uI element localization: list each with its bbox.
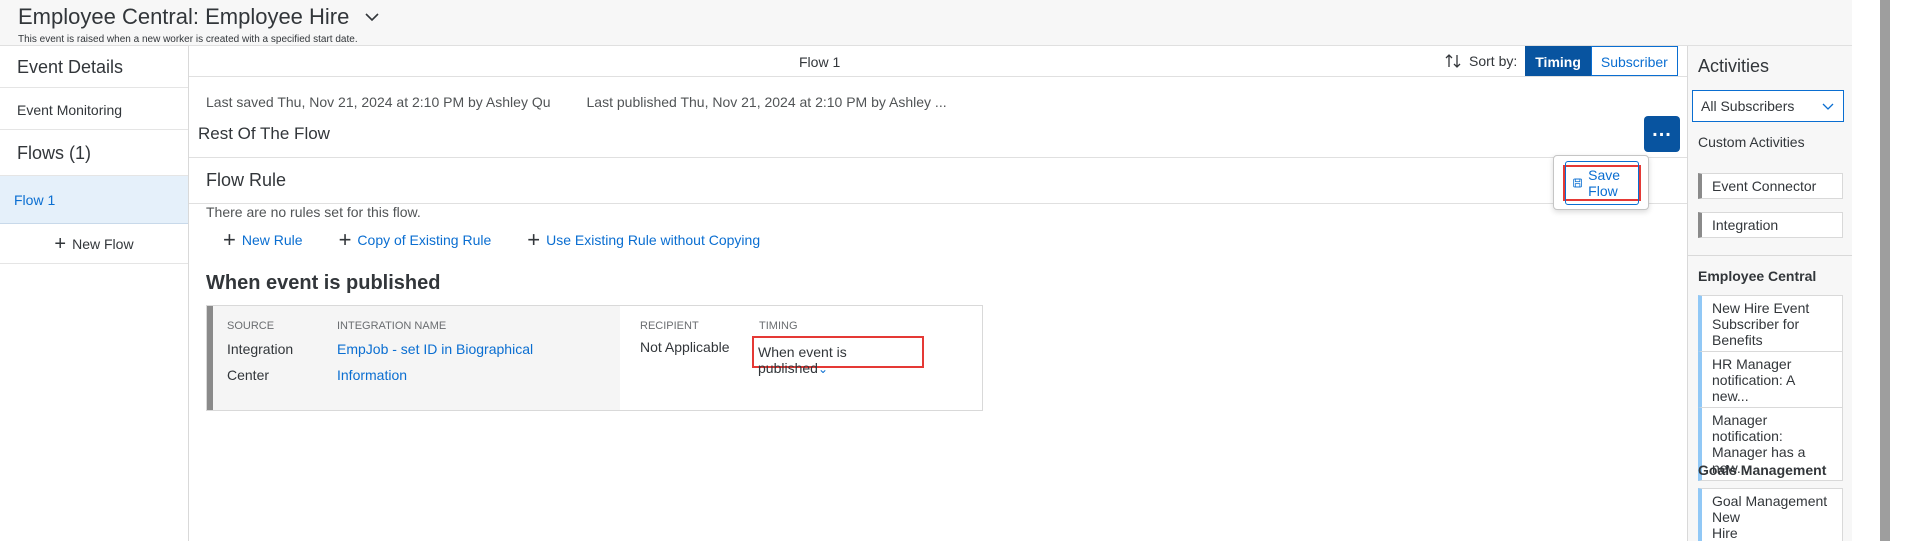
sort-segmented-button: Timing Subscriber <box>1525 46 1678 76</box>
activity-event-connector[interactable]: Event Connector <box>1698 173 1843 199</box>
title-row: Employee Central: Employee Hire <box>18 4 381 30</box>
group-employee-central: Employee Central <box>1698 268 1817 284</box>
activity-label-line1: Goal Management New <box>1712 493 1828 525</box>
save-flow-button[interactable]: Save Flow <box>1565 161 1639 205</box>
no-rules-message: There are no rules set for this flow. <box>206 204 421 220</box>
timing-value: When event is published <box>758 344 847 376</box>
activity-label-line2: notification: A new... <box>1712 372 1795 404</box>
chevron-down-icon: ⌄ <box>817 362 828 376</box>
use-existing-rule-button[interactable]: + Use Existing Rule without Copying <box>527 229 760 251</box>
activity-integration[interactable]: Integration <box>1698 212 1843 238</box>
sort-timing-button[interactable]: Timing <box>1525 46 1591 76</box>
sort-label: Sort by: <box>1469 53 1518 69</box>
save-flow-highlight: Save Flow <box>1563 161 1641 205</box>
plus-icon: + <box>54 232 67 255</box>
more-icon: ... <box>1652 119 1672 141</box>
rule-source-panel: SOURCE Integration Center INTEGRATION NA… <box>207 306 620 410</box>
plus-icon: + <box>223 227 236 252</box>
activity-label-line1: New Hire Event <box>1712 300 1810 316</box>
sidebar-flows-heading[interactable]: Flows (1) <box>0 130 188 176</box>
rule-actions: + New Rule + Copy of Existing Rule + Use… <box>223 229 796 251</box>
save-icon <box>1573 178 1582 188</box>
new-rule-button[interactable]: + New Rule <box>223 229 303 251</box>
custom-activities-title: Custom Activities <box>1698 134 1805 150</box>
more-options-popover: Save Flow <box>1553 155 1649 210</box>
flow-title: Flow 1 <box>799 54 841 70</box>
copy-existing-rule-button[interactable]: + Copy of Existing Rule <box>339 229 492 251</box>
plus-icon: + <box>527 227 541 252</box>
source-value-line1: Integration <box>227 341 294 357</box>
last-saved-text: Last saved Thu, Nov 21, 2024 at 2:10 PM … <box>206 94 551 110</box>
flow-editor: Flow 1 Sort by: Timing Subscriber Last s… <box>189 46 1687 541</box>
activity-label-line2: Subscriber for Benefits <box>1712 316 1800 348</box>
subscriber-filter-value: All Subscribers <box>1701 98 1795 114</box>
use-existing-rule-label: Use Existing Rule without Copying <box>546 232 761 248</box>
save-flow-label: Save Flow <box>1588 167 1621 199</box>
chevron-down-icon[interactable] <box>363 8 381 26</box>
save-status: Last saved Thu, Nov 21, 2024 at 2:10 PM … <box>206 94 947 110</box>
integration-name-link-line2[interactable]: Information <box>337 362 407 388</box>
sidebar-event-monitoring[interactable]: Event Monitoring <box>0 88 188 130</box>
group-goals-management: Goals Management <box>1698 462 1827 478</box>
last-published-text: Last published Thu, Nov 21, 2024 at 2:10… <box>586 94 947 110</box>
flow-rule-section: Flow Rule <box>189 157 1687 204</box>
copy-existing-rule-label: Copy of Existing Rule <box>357 232 492 248</box>
recipient-label: RECIPIENT <box>640 320 699 332</box>
sidebar-item-flow-1[interactable]: Flow 1 <box>0 176 188 224</box>
activity-goal-management-new-hire[interactable]: Goal Management New Hire <box>1698 488 1843 541</box>
vertical-scrollbar[interactable] <box>1880 0 1890 541</box>
sort-subscriber-button[interactable]: Subscriber <box>1590 46 1678 76</box>
subscriber-filter-select[interactable]: All Subscribers <box>1692 90 1844 122</box>
when-event-published-heading: When event is published <box>206 272 441 294</box>
activity-hr-manager-notification[interactable]: HR Manager notification: A new... <box>1698 351 1843 409</box>
activity-label-line1: HR Manager <box>1712 356 1792 372</box>
new-rule-label: New Rule <box>241 232 303 248</box>
recipient-value: Not Applicable <box>640 339 730 355</box>
activities-title: Activities <box>1698 56 1770 76</box>
new-flow-label: New Flow <box>72 235 134 252</box>
timing-label: TIMING <box>759 320 798 332</box>
rule-card: SOURCE Integration Center INTEGRATION NA… <box>206 305 983 411</box>
integration-name-link-line1[interactable]: EmpJob - set ID in Biographical <box>337 336 533 362</box>
timing-select[interactable]: When event is published⌄ <box>752 336 924 376</box>
sort-control: Sort by: Timing Subscriber <box>1443 46 1678 76</box>
source-value-line2: Center <box>227 367 270 383</box>
chevron-down-icon <box>1822 103 1834 110</box>
flow-title-bar: Flow 1 Sort by: Timing Subscriber <box>189 46 1687 77</box>
left-sidebar: Event Details Event Monitoring Flows (1)… <box>0 46 189 541</box>
activity-label-line1: Manager notification: <box>1712 412 1783 444</box>
sidebar-event-details[interactable]: Event Details <box>0 46 188 88</box>
page-header: Employee Central: Employee Hire This eve… <box>0 0 1920 46</box>
activity-label-line2: Hire <box>1712 525 1738 541</box>
activities-panel: Activities All Subscribers Custom Activi… <box>1687 46 1853 541</box>
more-options-button[interactable]: ... <box>1644 116 1680 152</box>
page-subtitle: This event is raised when a new worker i… <box>18 34 358 45</box>
activity-new-hire-event[interactable]: New Hire Event Subscriber for Benefits <box>1698 295 1843 353</box>
integration-name-label: INTEGRATION NAME <box>337 320 447 332</box>
rest-of-flow-title: Rest Of The Flow <box>198 124 330 143</box>
plus-icon: + <box>338 227 352 252</box>
sort-icon[interactable] <box>1443 51 1463 71</box>
page-title: Employee Central: Employee Hire <box>18 4 350 29</box>
new-flow-button[interactable]: + New Flow <box>0 224 188 264</box>
flow-rule-title: Flow Rule <box>206 170 287 190</box>
divider <box>1688 255 1853 256</box>
source-label: SOURCE <box>227 320 275 332</box>
